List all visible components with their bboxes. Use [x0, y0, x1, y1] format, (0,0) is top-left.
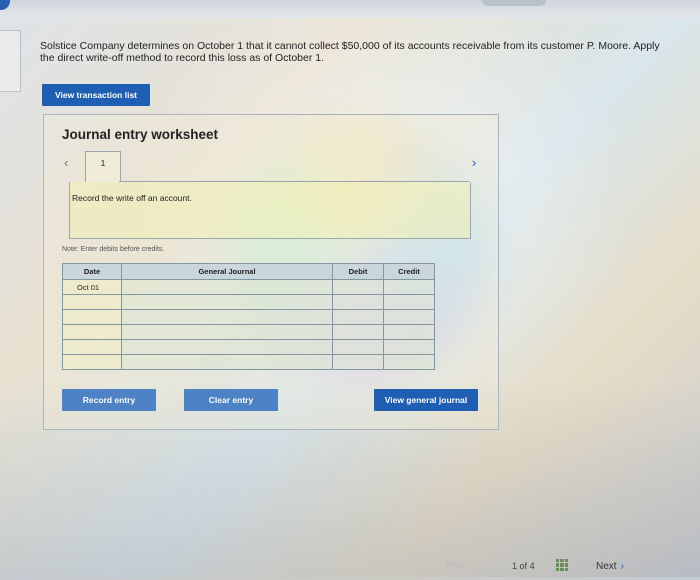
note-text: Note: Enter debits before credits.	[62, 246, 165, 253]
debit-cell[interactable]	[332, 354, 384, 370]
debit-cell[interactable]	[332, 309, 384, 325]
grid-icon[interactable]	[556, 559, 568, 571]
debit-cell[interactable]	[332, 339, 384, 355]
next-entry-chevron-icon[interactable]: ›	[472, 155, 476, 170]
instruction-box	[69, 182, 471, 239]
page-indicator: 1 of 4	[512, 561, 535, 571]
page-current: 1	[512, 561, 518, 571]
table-row	[62, 294, 435, 310]
instruction-text: Record the write off an account.	[72, 193, 192, 203]
account-cell[interactable]	[121, 324, 333, 340]
col-header-date: Date	[62, 263, 122, 280]
debit-cell[interactable]	[332, 324, 384, 340]
table-row	[62, 309, 435, 325]
table-row	[62, 354, 435, 370]
view-transaction-list-button[interactable]: View transaction list	[42, 84, 150, 106]
credit-cell[interactable]	[383, 324, 435, 340]
debit-cell[interactable]	[332, 294, 384, 310]
page-total: 4	[529, 561, 535, 571]
prev-entry-chevron-icon[interactable]: ‹	[64, 155, 68, 170]
entry-tab-1[interactable]: 1	[85, 151, 121, 182]
credit-cell[interactable]	[383, 339, 435, 355]
date-cell[interactable]	[62, 354, 122, 370]
date-cell[interactable]	[62, 339, 122, 355]
question-line-2: the direct write-off method to record th…	[40, 52, 325, 64]
date-cell[interactable]	[62, 309, 122, 325]
account-cell[interactable]	[121, 309, 333, 325]
next-button[interactable]: Next ›	[596, 561, 624, 572]
logo-icon	[0, 0, 10, 10]
prev-button[interactable]: Prev	[446, 560, 465, 570]
page-of: of	[519, 561, 528, 571]
account-cell[interactable]	[121, 279, 333, 295]
date-cell[interactable]	[62, 294, 122, 310]
table-row	[62, 324, 435, 340]
debit-cell[interactable]	[332, 279, 384, 295]
question-line-1: Solstice Company determines on October 1…	[40, 40, 660, 52]
col-header-general-journal: General Journal	[121, 263, 333, 280]
question-text: Solstice Company determines on October 1…	[40, 40, 690, 64]
journal-entry-worksheet: Journal entry worksheet ‹ 1 › Record the…	[43, 114, 499, 430]
chevron-right-icon: ›	[620, 561, 624, 572]
account-cell[interactable]	[121, 354, 333, 370]
view-general-journal-button[interactable]: View general journal	[374, 389, 478, 411]
clear-entry-button[interactable]: Clear entry	[184, 389, 278, 411]
credit-cell[interactable]	[383, 309, 435, 325]
credit-cell[interactable]	[383, 279, 435, 295]
journal-table: Date General Journal Debit Credit Oct 01	[62, 263, 435, 370]
credit-cell[interactable]	[383, 354, 435, 370]
date-cell[interactable]	[62, 324, 122, 340]
top-pill	[482, 0, 546, 6]
credit-cell[interactable]	[383, 294, 435, 310]
left-edge-panel	[0, 30, 21, 92]
col-header-debit: Debit	[332, 263, 384, 280]
col-header-credit: Credit	[383, 263, 435, 280]
table-row: Oct 01	[62, 279, 435, 295]
account-cell[interactable]	[121, 294, 333, 310]
top-bar	[0, 0, 700, 18]
date-cell[interactable]: Oct 01	[62, 279, 122, 295]
record-entry-button[interactable]: Record entry	[62, 389, 156, 411]
worksheet-title: Journal entry worksheet	[62, 127, 219, 142]
account-cell[interactable]	[121, 339, 333, 355]
next-label: Next	[596, 561, 617, 572]
table-row	[62, 339, 435, 355]
